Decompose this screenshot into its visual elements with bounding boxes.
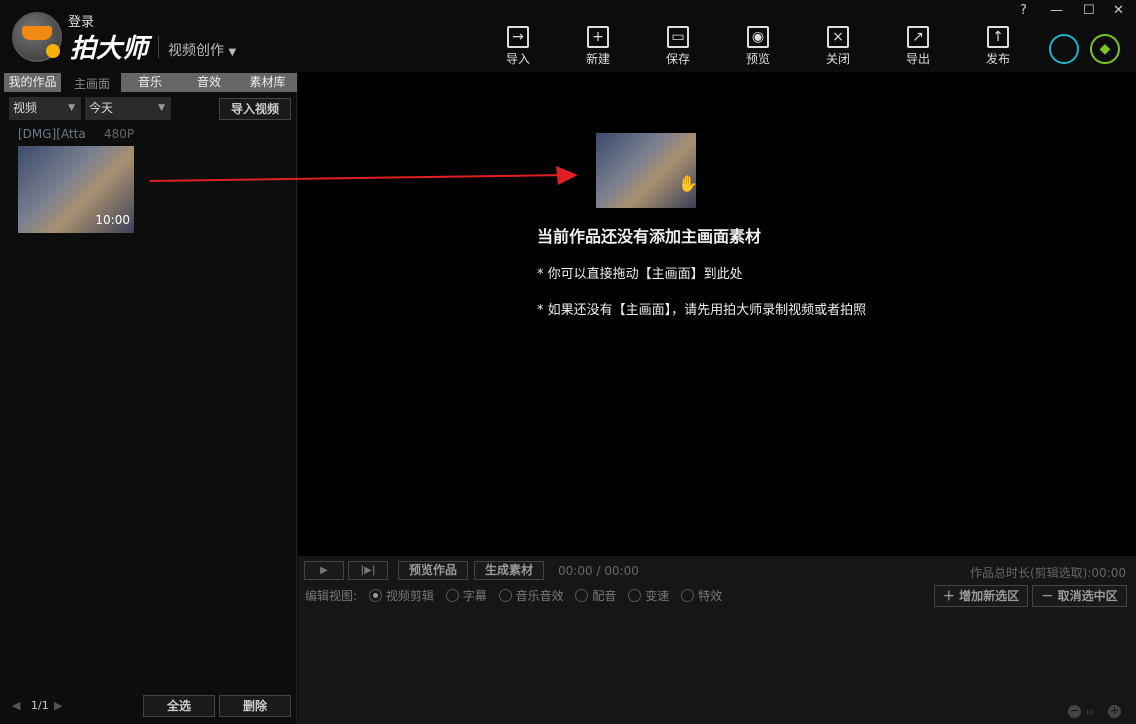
toolbar-button-4[interactable]: × 关闭	[808, 26, 868, 67]
option-label: 字幕	[463, 589, 487, 603]
item-quality: 480P	[104, 127, 134, 141]
radio-video-edit[interactable]	[369, 589, 382, 602]
toolbar-label: 导入	[506, 52, 530, 66]
chevron-down-icon: ▼	[158, 97, 165, 120]
chevron-down-icon: ▼	[68, 97, 75, 120]
preview-work-button[interactable]: 预览作品	[398, 561, 468, 580]
next-frame-button[interactable]: |▶|	[348, 561, 388, 580]
empty-heading: 当前作品还没有添加主画面素材	[537, 223, 761, 247]
minimize-button[interactable]: —	[1050, 3, 1063, 18]
video-thumbnail[interactable]: 10:00	[18, 146, 134, 233]
new-icon: +	[587, 26, 609, 48]
toolbar-button-5[interactable]: ↗ 导出	[888, 26, 948, 67]
drop-thumbnail	[596, 133, 696, 208]
app-logo	[12, 12, 62, 62]
cancel-region-button[interactable]: － 取消选中区	[1032, 585, 1127, 607]
prev-page-icon[interactable]: ◀	[12, 699, 20, 712]
select-all-button[interactable]: 全选	[143, 695, 215, 717]
zoom-in-icon[interactable]: +	[1108, 705, 1121, 718]
toolbar-label: 新建	[586, 52, 610, 66]
add-region-label: 增加新选区	[959, 589, 1019, 603]
radio-speed[interactable]	[628, 589, 641, 602]
toolbar-button-3[interactable]: ◉ 预览	[728, 26, 788, 67]
toolbar-button-2[interactable]: ▭ 保存	[648, 26, 708, 67]
tip-1: * 你可以直接拖动【主画面】到此处	[537, 263, 743, 282]
brand-name: 拍大师	[70, 28, 148, 65]
tab-my-works[interactable]: 我的作品	[4, 73, 61, 92]
option-label: 音乐音效	[516, 589, 564, 603]
chevron-down-icon: ▼	[228, 47, 236, 58]
toolbar-label: 导出	[906, 52, 930, 66]
drag-arrow-icon	[148, 162, 588, 192]
tab-music[interactable]: 音乐	[121, 73, 179, 92]
tab-sound-effects[interactable]: 音效	[180, 73, 238, 92]
help-button[interactable]: ?	[1020, 3, 1027, 18]
edit-view-label: 编辑视图:	[305, 589, 357, 603]
close-doc-icon: ×	[827, 26, 849, 48]
item-duration: 10:00	[95, 213, 130, 227]
upload-icon: ↑	[987, 26, 1009, 48]
tab-main-screen[interactable]: 主画面	[64, 75, 120, 94]
hand-cursor-icon: ✋	[678, 174, 698, 193]
divider	[158, 36, 159, 58]
type-select[interactable]: 视频 ▼	[9, 97, 81, 120]
preview-area[interactable]: ✋ 当前作品还没有添加主画面素材 * 你可以直接拖动【主画面】到此处 * 如果还…	[298, 72, 1136, 553]
toolbar-button-1[interactable]: + 新建	[568, 26, 628, 67]
cancel-region-label: 取消选中区	[1058, 589, 1118, 603]
option-label: 变速	[645, 589, 669, 603]
export-icon: ↗	[907, 26, 929, 48]
next-page-icon[interactable]: ▶	[54, 699, 62, 712]
toolbar-button-6[interactable]: ↑ 发布	[968, 26, 1028, 67]
android-icon[interactable]: ◆	[1090, 34, 1120, 64]
radio-music[interactable]	[499, 589, 512, 602]
date-select-value: 今天	[89, 101, 113, 115]
zoom-out-icon[interactable]: −	[1068, 705, 1081, 718]
option-label: 配音	[592, 589, 616, 603]
toolbar-label: 预览	[746, 52, 770, 66]
generate-material-button[interactable]: 生成素材	[474, 561, 544, 580]
toolbar-button-0[interactable]: → 导入	[488, 26, 548, 67]
time-display: 00:00 / 00:00	[558, 564, 639, 578]
tip-2: * 如果还没有【主画面】，请先用拍大师录制视频或者拍照	[537, 299, 866, 318]
mode-label: 视频创作	[168, 43, 224, 59]
zoom-scale-icon: ııı	[1086, 708, 1094, 718]
import-video-button[interactable]: 导入视频	[219, 98, 291, 120]
close-button[interactable]: ✕	[1113, 3, 1124, 18]
item-title: [DMG][Atta	[18, 127, 86, 141]
mode-dropdown[interactable]: 视频创作 ▼	[168, 40, 236, 60]
save-icon: ▭	[667, 26, 689, 48]
radio-effects[interactable]	[681, 589, 694, 602]
title-bar: 登录 拍大师 视频创作 ▼ →导入+新建▭保存◉预览×关闭↗导出↑发布 ? — …	[0, 0, 1136, 72]
import-icon: →	[507, 26, 529, 48]
eye-icon: ◉	[747, 26, 769, 48]
apple-icon[interactable]	[1049, 34, 1079, 64]
edit-view-options: 编辑视图: 视频剪辑 字幕 音乐音效 配音 变速 特效	[305, 587, 722, 604]
type-select-value: 视频	[13, 101, 37, 115]
timeline-panel: ▶ |▶| 预览作品 生成素材 00:00 / 00:00 作品总时长(剪辑选取…	[298, 553, 1136, 724]
radio-subtitle[interactable]	[446, 589, 459, 602]
total-duration: 作品总时长(剪辑选取):00:00	[970, 564, 1126, 581]
option-label: 特效	[698, 589, 722, 603]
maximize-button[interactable]: ☐	[1083, 3, 1095, 18]
toolbar-label: 保存	[666, 52, 690, 66]
tab-library[interactable]: 素材库	[238, 73, 297, 92]
play-button[interactable]: ▶	[304, 561, 344, 580]
delete-button[interactable]: 删除	[219, 695, 291, 717]
page-indicator: 1/1	[31, 699, 49, 712]
option-label: 视频剪辑	[386, 589, 434, 603]
date-select[interactable]: 今天 ▼	[85, 97, 171, 120]
add-region-button[interactable]: ＋ 增加新选区	[934, 585, 1028, 607]
toolbar-label: 发布	[986, 52, 1010, 66]
toolbar-label: 关闭	[826, 52, 850, 66]
radio-dubbing[interactable]	[575, 589, 588, 602]
